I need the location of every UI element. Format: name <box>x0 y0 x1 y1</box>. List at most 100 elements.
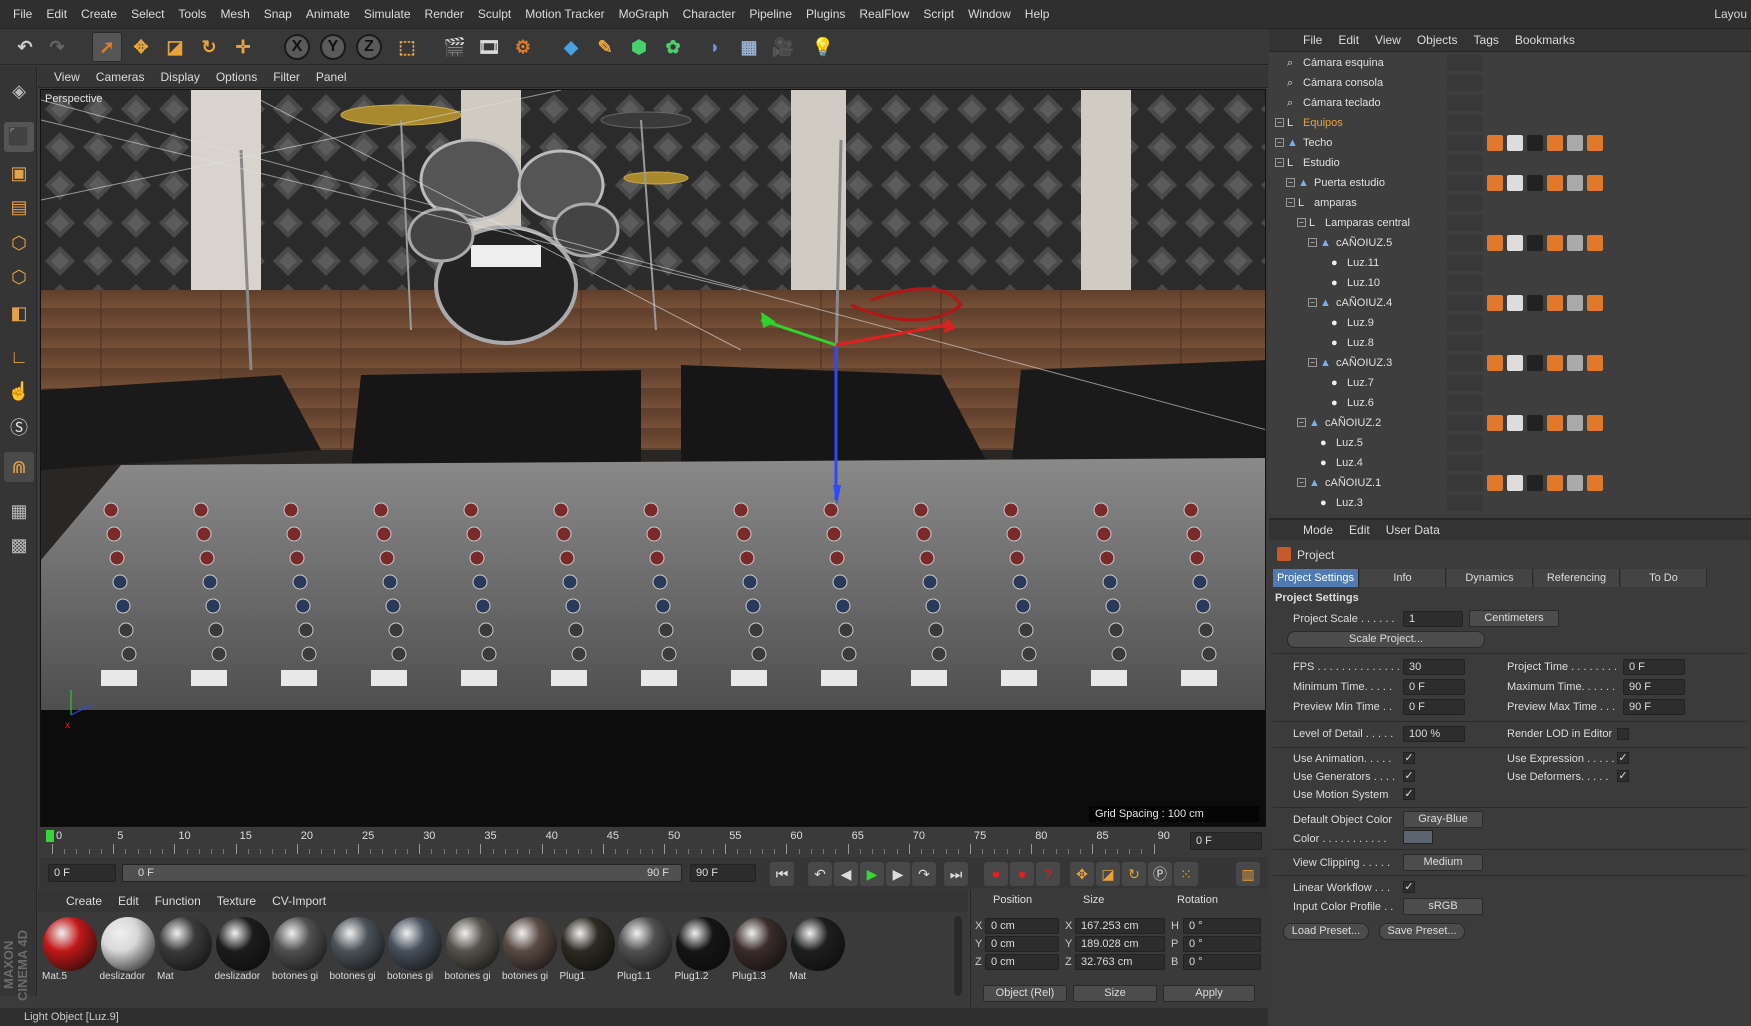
tab-project-settings[interactable]: Project Settings <box>1273 569 1359 587</box>
size-z-field[interactable]: 32.763 cm <box>1075 954 1165 970</box>
material-tag-icon[interactable] <box>1567 355 1583 371</box>
object-menu-objects[interactable]: Objects <box>1409 33 1466 47</box>
visibility-toggles[interactable] <box>1447 75 1483 91</box>
menu-sculpt[interactable]: Sculpt <box>471 7 518 21</box>
material-scrollbar[interactable] <box>954 916 962 996</box>
material-tag-icon[interactable] <box>1507 175 1523 191</box>
expand-toggle-icon[interactable]: − <box>1297 418 1306 427</box>
object-row[interactable]: − ▲ cAÑOIUZ.3 <box>1269 353 1751 373</box>
material-tag-icon[interactable] <box>1487 475 1503 491</box>
material-swatch[interactable]: Mat <box>788 915 848 990</box>
menu-mesh[interactable]: Mesh <box>213 7 256 21</box>
material-tag-icon[interactable] <box>1587 355 1603 371</box>
object-name[interactable]: Techo <box>1303 133 1332 153</box>
material-swatch[interactable]: botones gi <box>270 915 330 990</box>
object-menu-edit[interactable]: Edit <box>1330 33 1367 47</box>
record-point-level-icon[interactable]: ⁙ <box>1174 862 1198 886</box>
visibility-toggles[interactable] <box>1447 295 1483 311</box>
polygons-mode-icon[interactable]: ◧ <box>4 298 34 328</box>
coordinate-system-icon[interactable]: ⬚ <box>392 32 422 62</box>
material-tag-icon[interactable] <box>1507 355 1523 371</box>
material-menu-edit[interactable]: Edit <box>110 894 147 908</box>
object-row[interactable]: − ▲ Puerta estudio <box>1269 173 1751 193</box>
material-tag-icon[interactable] <box>1487 175 1503 191</box>
light-object-icon[interactable]: 💡 <box>808 32 838 62</box>
play-icon[interactable]: ▶ <box>860 862 884 886</box>
visibility-toggles[interactable] <box>1447 235 1483 251</box>
material-tag-icon[interactable] <box>1567 415 1583 431</box>
record-keys-icon[interactable]: ⏺ <box>984 862 1008 886</box>
material-tag-icon[interactable] <box>1487 235 1503 251</box>
layout-label[interactable]: Layou <box>1714 7 1747 21</box>
min-time-field[interactable]: 0 F <box>1403 679 1465 695</box>
menu-mograph[interactable]: MoGraph <box>612 7 676 21</box>
frame-range-slider[interactable]: 0 F 90 F <box>122 864 682 882</box>
viewport-menu-options[interactable]: Options <box>208 70 265 84</box>
texture-mode-icon[interactable]: ▣ <box>4 158 34 188</box>
material-tag-icon[interactable] <box>1527 235 1543 251</box>
menu-character[interactable]: Character <box>676 7 743 21</box>
material-swatch[interactable]: botones gi <box>328 915 388 990</box>
camera-object-icon[interactable]: 🎥 <box>768 32 798 62</box>
max-frame-field[interactable]: 90 F <box>690 864 756 882</box>
material-tag-icon[interactable] <box>1567 475 1583 491</box>
material-tag-icon[interactable] <box>1507 235 1523 251</box>
object-row[interactable]: ● Luz.10 <box>1269 273 1751 293</box>
units-dropdown[interactable]: Centimeters <box>1469 610 1559 627</box>
record-scale-icon[interactable]: ◪ <box>1096 862 1120 886</box>
menu-select[interactable]: Select <box>124 7 171 21</box>
object-name[interactable]: amparas <box>1314 193 1357 213</box>
default-object-color-dropdown[interactable]: Gray-Blue <box>1403 811 1483 828</box>
visibility-toggles[interactable] <box>1447 415 1483 431</box>
visibility-toggles[interactable] <box>1447 155 1483 171</box>
visibility-toggles[interactable] <box>1447 55 1483 71</box>
expand-toggle-icon[interactable]: − <box>1297 478 1306 487</box>
rotation-b-field[interactable]: 0 ° <box>1183 954 1261 970</box>
object-row[interactable]: ● Luz.11 <box>1269 253 1751 273</box>
object-name[interactable]: Equipos <box>1303 113 1343 133</box>
object-name[interactable]: Luz.6 <box>1347 393 1374 413</box>
visibility-toggles[interactable] <box>1447 195 1483 211</box>
object-name[interactable]: Luz.7 <box>1347 373 1374 393</box>
material-tag-icon[interactable] <box>1527 175 1543 191</box>
material-tag-icon[interactable] <box>1527 475 1543 491</box>
material-swatch[interactable]: botones gi <box>385 915 445 990</box>
mograph-cloner-icon[interactable]: ✿ <box>658 32 688 62</box>
object-name[interactable]: Luz.4 <box>1336 453 1363 473</box>
material-tag-icon[interactable] <box>1567 295 1583 311</box>
menu-animate[interactable]: Animate <box>299 7 357 21</box>
object-menu-file[interactable]: File <box>1295 33 1330 47</box>
visibility-toggles[interactable] <box>1447 355 1483 371</box>
viewport-menu-panel[interactable]: Panel <box>308 70 355 84</box>
previous-frame-icon[interactable]: ◀ <box>834 862 858 886</box>
material-tag-icon[interactable] <box>1567 235 1583 251</box>
use-motion-system-checkbox[interactable]: ✓ <box>1403 788 1415 800</box>
record-position-icon[interactable]: ✥ <box>1070 862 1094 886</box>
material-tag-icon[interactable] <box>1507 135 1523 151</box>
object-row[interactable]: ● Luz.5 <box>1269 433 1751 453</box>
coordinate-mode-dropdown[interactable]: Object (Rel) <box>983 985 1067 1002</box>
use-deformers-checkbox[interactable]: ✓ <box>1617 770 1629 782</box>
object-menu-tags[interactable]: Tags <box>1466 33 1507 47</box>
object-row[interactable]: ⌕ Cámara teclado <box>1269 93 1751 113</box>
max-time-field[interactable]: 90 F <box>1623 679 1685 695</box>
material-swatch[interactable]: Plug1.2 <box>673 915 733 990</box>
visibility-toggles[interactable] <box>1447 275 1483 291</box>
object-row[interactable]: − Lamparas <box>1269 193 1751 213</box>
visibility-toggles[interactable] <box>1447 175 1483 191</box>
live-selection-icon[interactable]: ➚ <box>92 32 122 62</box>
object-row[interactable]: − ▲ cAÑOIUZ.5 <box>1269 233 1751 253</box>
object-name[interactable]: Luz.10 <box>1347 273 1380 293</box>
project-scale-field[interactable]: 1 <box>1403 611 1463 627</box>
material-tag-icon[interactable] <box>1587 415 1603 431</box>
menu-window[interactable]: Window <box>961 7 1018 21</box>
expand-toggle-icon[interactable]: − <box>1275 118 1284 127</box>
scale-project-button[interactable]: Scale Project... <box>1287 631 1485 648</box>
visibility-toggles[interactable] <box>1447 375 1483 391</box>
size-y-field[interactable]: 189.028 cm <box>1075 936 1165 952</box>
color-swatch[interactable] <box>1403 830 1433 844</box>
spline-pen-icon[interactable]: ✎ <box>590 32 620 62</box>
preview-max-field[interactable]: 90 F <box>1623 699 1685 715</box>
material-tag-icon[interactable] <box>1507 475 1523 491</box>
project-time-field[interactable]: 0 F <box>1623 659 1685 675</box>
